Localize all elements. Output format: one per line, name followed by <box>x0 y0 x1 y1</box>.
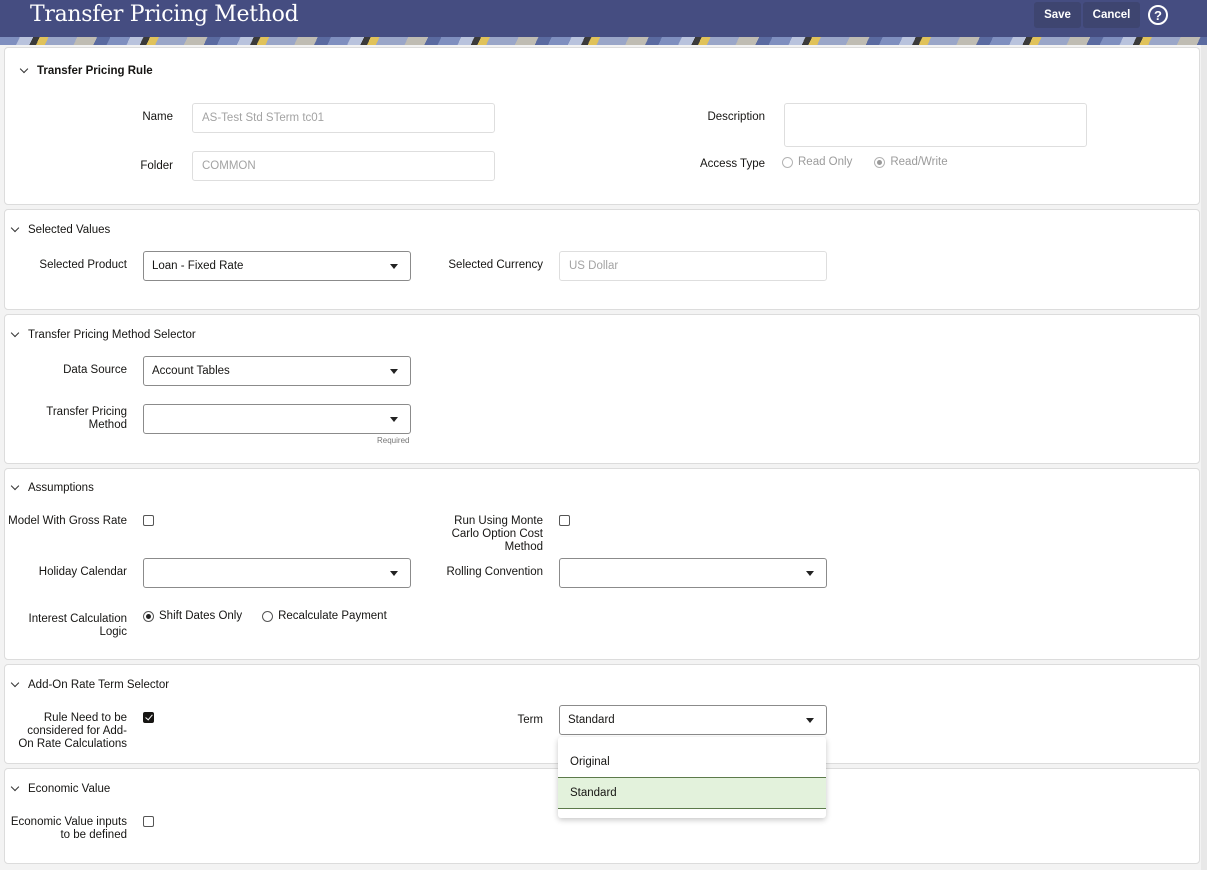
monte-carlo-checkbox[interactable] <box>559 515 570 526</box>
radio-unselected-icon <box>262 610 274 622</box>
select-value: Loan - Fixed Rate <box>152 260 244 272</box>
label-line: Rule Need to be <box>43 712 127 724</box>
app-header: Transfer Pricing Method Save Cancel ? <box>0 0 1207 37</box>
dropdown-arrow-icon <box>390 417 398 422</box>
dropdown-arrow-icon <box>390 571 398 576</box>
select-value: Account Tables <box>152 365 230 377</box>
gross-rate-checkbox[interactable] <box>143 515 154 526</box>
selected-product-select[interactable]: Loan - Fixed Rate <box>143 251 411 281</box>
rolling-convention-select[interactable] <box>559 558 827 588</box>
data-source-label: Data Source <box>63 364 127 376</box>
assumptions-panel: Assumptions Model With Gross Rate Run Us… <box>4 468 1200 660</box>
chevron-down-icon <box>20 67 28 75</box>
section-title: Transfer Pricing Rule <box>37 65 153 77</box>
term-dropdown-list: Original Standard <box>558 737 826 818</box>
selected-currency-field[interactable]: US Dollar <box>559 251 827 281</box>
transfer-pricing-method-label: Transfer Pricing Method <box>15 406 127 432</box>
access-type-label: Access Type <box>700 158 765 170</box>
selected-product-label: Selected Product <box>39 259 127 271</box>
decorative-banner <box>0 37 1207 45</box>
section-header-add-on-rate[interactable]: Add-On Rate Term Selector <box>11 679 169 691</box>
access-type-radio-group: Read Only Read/Write <box>782 156 948 168</box>
help-icon[interactable]: ? <box>1148 5 1168 25</box>
holiday-calendar-select[interactable] <box>143 558 411 588</box>
section-header-economic-value[interactable]: Economic Value <box>11 783 110 795</box>
dropdown-arrow-icon <box>390 369 398 374</box>
selected-currency-label: Selected Currency <box>448 259 543 271</box>
interest-logic-radio-group: Shift Dates Only Recalculate Payment <box>143 610 387 622</box>
gross-rate-label: Model With Gross Rate <box>8 515 127 527</box>
name-field[interactable]: AS-Test Std STerm tc01 <box>192 103 495 133</box>
label-line: Economic Value inputs <box>10 816 127 828</box>
section-header-assumptions[interactable]: Assumptions <box>11 482 94 494</box>
dropdown-arrow-icon <box>390 264 398 269</box>
dropdown-arrow-icon <box>806 571 814 576</box>
label-line: Run Using Monte <box>454 515 543 527</box>
radio-selected-icon <box>874 156 886 168</box>
description-field[interactable] <box>784 103 1087 147</box>
term-option-standard[interactable]: Standard <box>558 777 826 809</box>
required-hint: Required <box>377 436 410 445</box>
add-on-rule-label: Rule Need to be considered for Add- On R… <box>7 712 127 751</box>
data-source-select[interactable]: Account Tables <box>143 356 411 386</box>
radio-label: Shift Dates Only <box>159 610 243 622</box>
term-option-original[interactable]: Original <box>558 746 826 778</box>
section-title: Economic Value <box>28 783 111 795</box>
section-header-method-selector[interactable]: Transfer Pricing Method Selector <box>11 329 196 341</box>
label-line: considered for Add- <box>27 725 127 737</box>
section-title: Transfer Pricing Method Selector <box>28 329 196 341</box>
access-read-only-radio[interactable]: Read Only <box>782 156 852 168</box>
label-line: Method <box>88 419 127 431</box>
label-line: On Rate Calculations <box>18 738 127 750</box>
label-line: Method <box>504 541 543 553</box>
interest-logic-label: Interest Calculation Logic <box>7 613 127 639</box>
section-title: Selected Values <box>28 224 111 236</box>
section-title: Add-On Rate Term Selector <box>28 679 170 691</box>
save-button[interactable]: Save <box>1034 2 1081 28</box>
page-scrollbar[interactable] <box>1201 45 1207 870</box>
recalculate-payment-radio[interactable]: Recalculate Payment <box>262 610 387 622</box>
chevron-down-icon <box>11 226 19 234</box>
add-on-rule-checkbox[interactable] <box>143 712 154 723</box>
folder-field[interactable]: COMMON <box>192 151 495 181</box>
chevron-down-icon <box>11 785 19 793</box>
holiday-calendar-label: Holiday Calendar <box>38 566 127 578</box>
select-value: Standard <box>568 714 615 726</box>
section-header-transfer-pricing-rule[interactable]: Transfer Pricing Rule <box>20 65 153 77</box>
name-label: Name <box>142 111 173 123</box>
label-line: Transfer Pricing <box>46 406 127 418</box>
cancel-button[interactable]: Cancel <box>1083 2 1140 28</box>
selected-values-panel: Selected Values Selected Product Loan - … <box>4 209 1200 310</box>
dropdown-arrow-icon <box>806 718 814 723</box>
chevron-down-icon <box>11 681 19 689</box>
label-line: to be defined <box>60 829 127 841</box>
section-header-selected-values[interactable]: Selected Values <box>11 224 110 236</box>
transfer-pricing-method-select[interactable] <box>143 404 411 434</box>
term-select[interactable]: Standard <box>559 705 827 735</box>
folder-label: Folder <box>140 160 173 172</box>
radio-selected-icon <box>143 610 154 622</box>
transfer-pricing-rule-panel: Transfer Pricing Rule Name AS-Test Std S… <box>4 47 1200 205</box>
description-label: Description <box>707 111 765 123</box>
access-read-write-radio[interactable]: Read/Write <box>874 156 948 168</box>
chevron-down-icon <box>11 484 19 492</box>
method-selector-panel: Transfer Pricing Method Selector Data So… <box>4 314 1200 464</box>
term-label: Term <box>517 714 543 726</box>
rolling-convention-label: Rolling Convention <box>446 566 543 578</box>
page-title: Transfer Pricing Method <box>30 2 299 27</box>
radio-unselected-icon <box>782 156 793 168</box>
radio-label: Read/Write <box>890 156 948 168</box>
label-line: Logic <box>99 626 128 638</box>
economic-value-inputs-checkbox[interactable] <box>143 816 154 827</box>
shift-dates-only-radio[interactable]: Shift Dates Only <box>143 610 242 622</box>
radio-label: Recalculate Payment <box>278 610 387 622</box>
chevron-down-icon <box>11 331 19 339</box>
label-line: Carlo Option Cost <box>451 528 543 540</box>
economic-value-inputs-label: Economic Value inputs to be defined <box>7 816 127 842</box>
label-line: Interest Calculation <box>28 613 127 625</box>
section-title: Assumptions <box>28 482 94 494</box>
radio-label: Read Only <box>798 156 853 168</box>
monte-carlo-label: Run Using Monte Carlo Option Cost Method <box>423 515 543 554</box>
